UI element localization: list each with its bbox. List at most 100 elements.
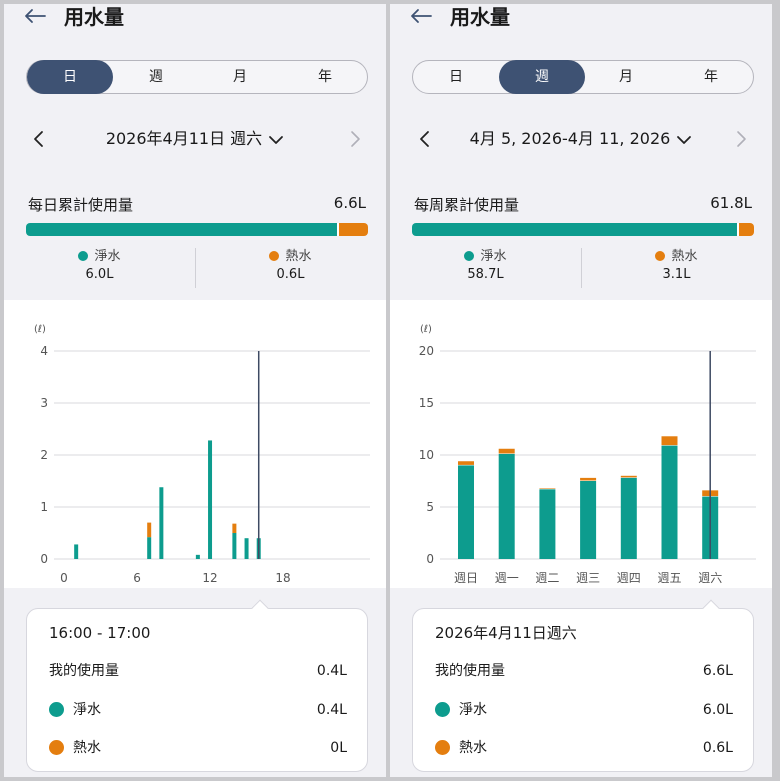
- bar-pure: [147, 537, 152, 559]
- hot-water-dot-icon: [49, 740, 64, 755]
- tooltip-hot-row: 熱水 0.6L: [435, 738, 733, 758]
- usage-tooltip: 2026年4月11日週六 我的使用量 6.6L 淨水 6.0L 熱水 0.6L: [412, 599, 754, 772]
- bar-hot: [661, 436, 678, 446]
- x-tick-label: 18: [275, 571, 290, 585]
- period-segmented-control: 日 週 月 年: [412, 60, 754, 94]
- x-tick-label: 週六: [698, 571, 722, 585]
- tab-week[interactable]: 週: [113, 60, 199, 94]
- bar-hot: [620, 475, 637, 478]
- chevron-left-icon[interactable]: [32, 129, 46, 149]
- hourly-usage-chart[interactable]: (ℓ) 0 1 2 3 4 0 6 12 18: [4, 300, 386, 588]
- hot-water-value: 0.6L: [276, 267, 305, 282]
- hot-water-summary: 熱水 0.6L: [195, 248, 386, 284]
- y-tick-label: 20: [419, 344, 434, 358]
- hot-water-summary: 熱水 3.1L: [581, 248, 772, 284]
- bar-pure: [580, 481, 597, 559]
- hot-water-dot-icon: [269, 251, 280, 261]
- hot-water-segment: [338, 223, 368, 236]
- y-tick-label: 5: [426, 500, 434, 514]
- back-arrow-icon[interactable]: [24, 8, 46, 24]
- tab-year[interactable]: 年: [282, 60, 368, 94]
- tab-day[interactable]: 日: [27, 60, 113, 94]
- period-label: 4月 5, 2026-4月 11, 2026: [469, 129, 671, 148]
- tooltip-pointer: [702, 599, 720, 617]
- header: 用水量: [4, 4, 386, 34]
- pure-water-dot-icon: [78, 251, 89, 261]
- x-tick-label: 週四: [617, 571, 641, 585]
- total-usage-label: 每周累計使用量: [414, 196, 520, 214]
- y-tick-label: 15: [419, 396, 434, 410]
- chevron-right-icon[interactable]: [348, 129, 362, 149]
- tooltip-mine-row: 我的使用量 0.4L: [49, 661, 347, 681]
- chevron-right-icon[interactable]: [734, 129, 748, 149]
- usage-split: 淨水 6.0L 熱水 0.6L: [4, 248, 386, 288]
- bar-hot: [498, 448, 515, 454]
- tooltip-pointer: [251, 599, 269, 617]
- tooltip-hot-value: 0.6L: [702, 740, 733, 756]
- tooltip-mine-row: 我的使用量 6.6L: [435, 661, 733, 681]
- tooltip-pure-value: 6.0L: [702, 702, 733, 718]
- chevron-left-icon[interactable]: [418, 129, 432, 149]
- y-tick-label: 10: [419, 448, 434, 462]
- tab-week[interactable]: 週: [499, 60, 585, 94]
- bar-hot: [458, 461, 474, 465]
- weekly-usage-chart[interactable]: (ℓ) 0 5 10 15 20 週日 週一 週二 週三 週四 週五 週六: [390, 300, 772, 588]
- y-tick-label: 2: [40, 448, 48, 462]
- pure-water-segment: [26, 223, 337, 236]
- y-tick-label: 3: [40, 396, 48, 410]
- bar-pure: [244, 538, 249, 559]
- bar-pure: [458, 465, 474, 559]
- tab-day[interactable]: 日: [413, 60, 499, 94]
- chevron-down-icon: [269, 135, 284, 144]
- total-usage-value: 6.6L: [333, 194, 366, 212]
- y-tick-label: 0: [426, 552, 434, 566]
- tooltip-mine-label: 我的使用量: [49, 663, 119, 679]
- x-tick-label: 週五: [657, 571, 681, 585]
- tooltip-hot-label: 熱水: [73, 740, 101, 756]
- bar-pure: [195, 554, 200, 559]
- tooltip-pure-label: 淨水: [459, 702, 487, 718]
- total-usage-label: 每日累計使用量: [28, 196, 134, 214]
- bar-hot: [539, 488, 556, 489]
- tab-year[interactable]: 年: [668, 60, 754, 94]
- tooltip-title: 2026年4月11日週六: [435, 624, 577, 642]
- usage-ratio-bar: [412, 223, 754, 236]
- tooltip-pure-row: 淨水 0.4L: [49, 700, 347, 720]
- back-arrow-icon[interactable]: [410, 8, 432, 24]
- hot-water-value: 3.1L: [662, 267, 691, 282]
- pure-water-dot-icon: [435, 702, 450, 717]
- week-panel: 用水量 日 週 月 年 4月 5, 2026-4月 11, 2026 每周累計使…: [390, 4, 772, 777]
- x-tick-label: 0: [60, 571, 68, 585]
- bar-pure: [74, 544, 79, 559]
- tab-month[interactable]: 月: [197, 60, 283, 94]
- bar-hot: [147, 522, 152, 538]
- period-label: 2026年4月11日 週六: [105, 129, 263, 148]
- bar-pure: [232, 533, 237, 559]
- bar-pure: [620, 477, 637, 559]
- period-navigator: 2026年4月11日 週六: [4, 124, 386, 154]
- pure-water-summary: 淨水 6.0L: [4, 248, 195, 284]
- usage-ratio-bar: [26, 223, 368, 236]
- tooltip-pure-label: 淨水: [73, 702, 101, 718]
- tooltip-mine-value: 6.6L: [702, 663, 733, 679]
- tooltip-mine-value: 0.4L: [316, 663, 347, 679]
- bar-pure: [208, 440, 213, 559]
- bar-hot: [232, 523, 237, 533]
- bar-pure: [661, 445, 678, 559]
- x-tick-label: 週日: [454, 571, 478, 585]
- x-tick-label: 週一: [495, 571, 519, 585]
- period-selector[interactable]: 4月 5, 2026-4月 11, 2026: [440, 124, 722, 154]
- pure-water-segment: [412, 223, 737, 236]
- tooltip-hot-value: 0L: [330, 740, 347, 756]
- pure-water-dot-icon: [464, 251, 475, 261]
- pure-water-value: 6.0L: [85, 267, 114, 282]
- header: 用水量: [390, 4, 772, 34]
- x-tick-label: 週二: [535, 571, 559, 585]
- pure-water-dot-icon: [49, 702, 64, 717]
- usage-tooltip: 16:00 - 17:00 我的使用量 0.4L 淨水 0.4L 熱水 0L: [26, 599, 368, 772]
- tab-month[interactable]: 月: [583, 60, 669, 94]
- x-tick-label: 12: [202, 571, 217, 585]
- tooltip-pure-row: 淨水 6.0L: [435, 700, 733, 720]
- bar-hot: [580, 477, 597, 481]
- period-selector[interactable]: 2026年4月11日 週六: [54, 124, 336, 154]
